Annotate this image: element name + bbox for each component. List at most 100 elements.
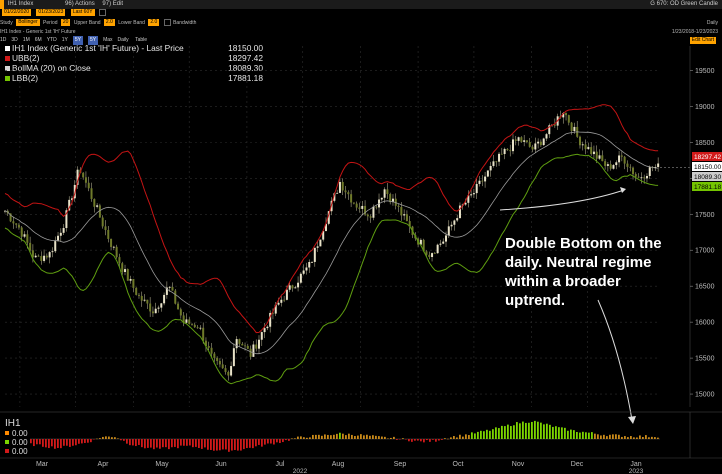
oscillator-bar: [243, 439, 245, 450]
oscillator-bar: [552, 426, 554, 439]
oscillator-bar: [507, 424, 509, 439]
candle-body: [43, 255, 46, 261]
candle-body: [606, 164, 609, 166]
x-month-label: Nov: [512, 461, 525, 468]
oscillator-bar: [546, 423, 548, 439]
oscillator-bar: [438, 439, 440, 441]
oscillator-bar: [204, 439, 206, 448]
oscillator-bar: [156, 439, 158, 448]
candle-body: [177, 303, 180, 310]
candle-body: [202, 327, 205, 341]
y-tick-label: 15500: [695, 356, 715, 363]
candle-body: [470, 194, 473, 196]
candle-body: [263, 328, 266, 333]
x-month-label: Jul: [276, 461, 285, 468]
oscillator-bar: [543, 424, 545, 439]
candle-body: [285, 289, 288, 300]
oscillator-bar: [588, 432, 590, 439]
oscillator-bar: [201, 439, 203, 449]
candle-body: [506, 148, 509, 151]
oscillator-bar: [420, 439, 422, 442]
oscillator-bar: [375, 435, 377, 439]
candle-body: [428, 254, 431, 257]
oscillator-bar: [579, 432, 581, 439]
annotation-text: uptrend.: [505, 292, 565, 309]
candle-body: [442, 241, 445, 244]
y-tick-label: 19000: [695, 104, 715, 111]
oscillator-bar: [258, 439, 260, 445]
oscillator-bar: [192, 439, 194, 448]
candle-body: [383, 189, 386, 198]
candle-body: [277, 302, 280, 305]
oscillator-bar: [45, 439, 47, 448]
oscillator-bar: [558, 427, 560, 439]
oscillator-bar: [222, 439, 224, 450]
candle-body: [151, 311, 154, 314]
oscillator-bar: [603, 434, 605, 439]
candle-body: [492, 161, 495, 166]
candle-body: [637, 176, 640, 178]
oscillator-bar: [276, 439, 278, 443]
oscillator-bar: [591, 432, 593, 439]
candle-body: [445, 235, 448, 242]
candle-body: [601, 155, 604, 162]
oscillator-bar: [564, 427, 566, 439]
candle-body: [101, 217, 104, 227]
oscillator-bar: [444, 438, 446, 439]
candle-body: [369, 216, 372, 218]
oscillator-bar: [651, 436, 653, 439]
candle-body: [48, 252, 51, 258]
candle-body: [17, 224, 20, 228]
candle-body: [20, 227, 23, 237]
oscillator-bar: [255, 439, 257, 447]
oscillator-bar: [657, 437, 659, 439]
panel-swatch: [5, 440, 9, 444]
x-month-label: Oct: [453, 461, 464, 468]
y-tick-label: 19500: [695, 68, 715, 75]
candle-body: [207, 346, 210, 348]
panel-swatch: [5, 431, 9, 435]
candle-body: [54, 241, 57, 252]
oscillator-bar: [624, 436, 626, 439]
oscillator-bar: [522, 421, 524, 439]
oscillator-bar: [399, 439, 401, 440]
candle-body: [355, 203, 358, 208]
oscillator-bar: [111, 437, 113, 439]
candle-body: [45, 255, 48, 258]
candle-body: [472, 193, 475, 195]
candle-body: [341, 181, 344, 191]
candle-body: [311, 261, 314, 263]
candle-body: [405, 214, 408, 222]
oscillator-bar: [447, 438, 449, 440]
oscillator-bar: [234, 439, 236, 451]
oscillator-panel: IH10.000.000.00: [0, 411, 722, 458]
oscillator-bar: [576, 431, 578, 439]
oscillator-bar: [153, 439, 155, 450]
oscillator-bar: [159, 439, 161, 449]
oscillator-bar: [582, 431, 584, 439]
oscillator-bar: [219, 439, 221, 451]
oscillator-bar: [240, 439, 242, 451]
candle-body: [509, 150, 512, 152]
oscillator-bar: [183, 439, 185, 446]
oscillator-bar: [57, 439, 59, 448]
candle-body: [104, 226, 107, 230]
oscillator-bar: [150, 439, 152, 448]
oscillator-bar: [462, 436, 464, 439]
oscillator-bar: [459, 434, 461, 439]
candle-body: [118, 257, 121, 264]
oscillator-bar: [282, 439, 284, 443]
panel-value: 0.00: [12, 447, 28, 456]
oscillator-bar: [357, 435, 359, 439]
oscillator-bar: [213, 439, 215, 451]
candle-body: [132, 278, 135, 288]
candle-body: [140, 295, 143, 301]
candle-body: [525, 140, 528, 142]
candle-body: [447, 226, 450, 236]
candle-body: [517, 137, 520, 141]
oscillator-bar: [645, 435, 647, 439]
oscillator-bar: [369, 435, 371, 439]
panel-swatch: [5, 449, 9, 453]
candle-body: [112, 246, 115, 248]
oscillator-bar: [177, 439, 179, 449]
